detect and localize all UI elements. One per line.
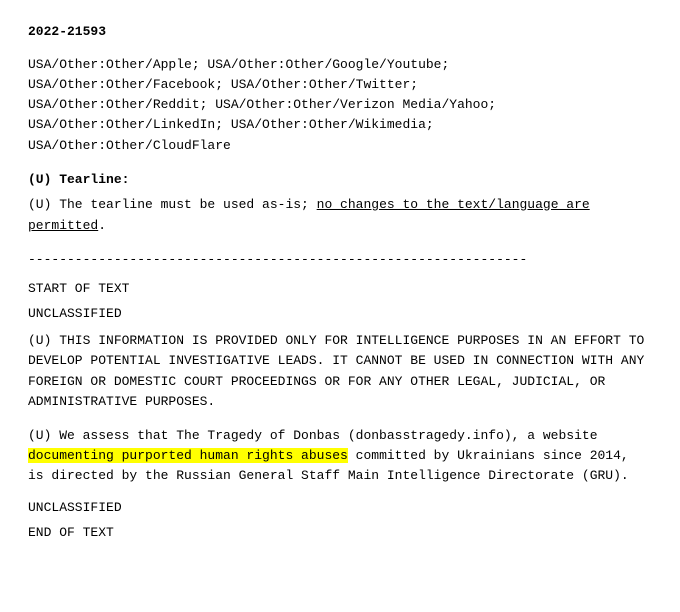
tearline-label: (U) Tearline: xyxy=(28,172,652,187)
organizations-block: USA/Other:Other/Apple; USA/Other:Other/G… xyxy=(28,55,652,156)
tearline-after: . xyxy=(98,218,106,233)
classification-top: UNCLASSIFIED xyxy=(28,306,652,321)
org-line-3: USA/Other:Other/Reddit; USA/Other:Other/… xyxy=(28,97,496,112)
paragraph-disclaimer: (U) THIS INFORMATION IS PROVIDED ONLY FO… xyxy=(28,331,652,412)
assessment-before: (U) We assess that The Tragedy of Donbas… xyxy=(28,428,598,443)
org-line-4: USA/Other:Other/LinkedIn; USA/Other:Othe… xyxy=(28,117,434,132)
classification-bottom: UNCLASSIFIED xyxy=(28,500,652,515)
org-line-1: USA/Other:Other/Apple; USA/Other:Other/G… xyxy=(28,57,449,72)
org-line-5: USA/Other:Other/CloudFlare xyxy=(28,138,231,153)
document-container: 2022-21593 USA/Other:Other/Apple; USA/Ot… xyxy=(28,24,652,540)
tearline-section: (U) Tearline: (U) The tearline must be u… xyxy=(28,172,652,237)
start-label: START OF TEXT xyxy=(28,281,652,296)
tearline-before: (U) The tearline must be used as-is; xyxy=(28,197,317,212)
assessment-highlighted: documenting purported human rights abuse… xyxy=(28,448,348,463)
dash-divider: ----------------------------------------… xyxy=(28,252,652,267)
org-line-2: USA/Other:Other/Facebook; USA/Other:Othe… xyxy=(28,77,418,92)
document-id: 2022-21593 xyxy=(28,24,652,39)
paragraph-assessment: (U) We assess that The Tragedy of Donbas… xyxy=(28,426,652,486)
tearline-text: (U) The tearline must be used as-is; no … xyxy=(28,195,652,237)
end-label: END OF TEXT xyxy=(28,525,652,540)
